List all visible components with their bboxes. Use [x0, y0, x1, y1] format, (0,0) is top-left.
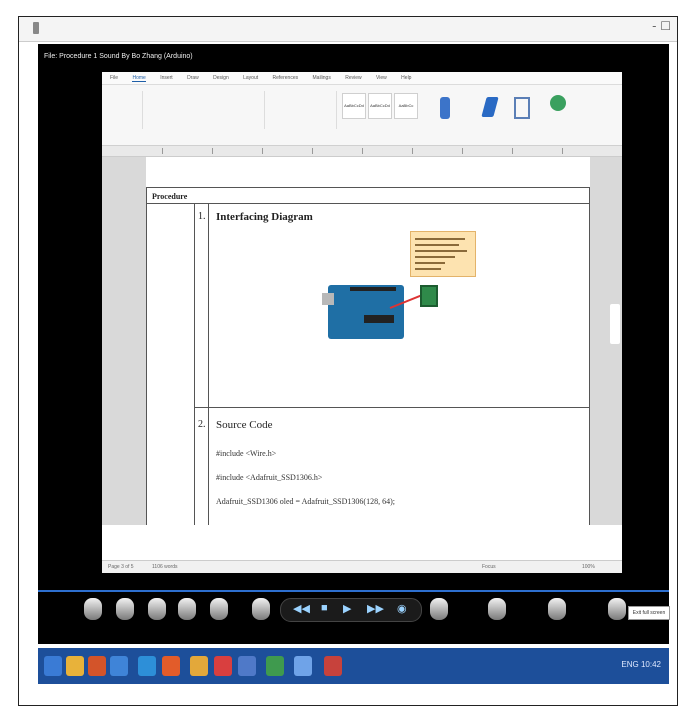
video-title: File: Procedure 1 Sound By Bo Zhang (Ard… [44, 53, 193, 60]
system-tray[interactable]: ENG 10:42 [621, 660, 661, 669]
tab-mailings[interactable]: Mailings [313, 75, 331, 81]
paragraph-group[interactable] [266, 91, 337, 129]
add-ins-icon[interactable] [514, 97, 530, 119]
thumbnail[interactable] [488, 598, 506, 620]
status-bar: Page 3 of 5 1106 words Focus 100% [102, 560, 622, 573]
editor-icon[interactable] [481, 97, 499, 117]
thumbnail[interactable] [84, 598, 102, 620]
table-line [589, 187, 590, 525]
video-area[interactable]: File: Procedure 1 Sound By Bo Zhang (Ard… [38, 44, 670, 644]
style-no-spacing[interactable]: AaBbCcDd [368, 93, 392, 119]
app-icon-blue[interactable] [238, 656, 256, 676]
interfacing-diagram[interactable] [316, 229, 480, 355]
ribbon: AaBbCcDd AaBbCcDd AaBbCc [102, 85, 622, 146]
word-count[interactable]: 1106 words [152, 564, 177, 570]
thumbnail[interactable] [608, 598, 626, 620]
thumbnail[interactable] [148, 598, 166, 620]
step1-title: Interfacing Diagram [216, 211, 313, 223]
step2-number: 2. [198, 419, 206, 430]
media-icon[interactable] [162, 656, 180, 676]
chrome-icon[interactable] [190, 656, 208, 676]
tab-home[interactable]: Home [132, 75, 146, 82]
code-line: Adafruit_SSD1306 oled = Adafruit_SSD1306… [216, 497, 395, 506]
ribbon-tabs: File Home Insert Draw Design Layout Refe… [102, 72, 622, 85]
microcontroller-chip [364, 315, 394, 323]
scrollbar[interactable] [610, 304, 620, 344]
start-icon[interactable] [44, 656, 62, 676]
document-page[interactable]: Procedure 1. Interfacing Diagram 2. Sour… [146, 157, 590, 525]
player-controls: ◀◀ ■ ▶ ▶▶ ◉ Exit full screen [38, 584, 670, 644]
table-line [146, 203, 590, 204]
designer-icon[interactable] [550, 95, 566, 111]
tab-draw[interactable]: Draw [187, 75, 199, 81]
stop-icon[interactable]: ■ [321, 602, 328, 614]
font-group[interactable] [144, 91, 265, 129]
find-icon[interactable] [440, 97, 450, 119]
edge-icon[interactable] [138, 656, 156, 676]
thumbnail[interactable] [116, 598, 134, 620]
thumbnail[interactable] [252, 598, 270, 620]
app-icon-red[interactable] [214, 656, 232, 676]
usb-port [322, 293, 334, 305]
file-explorer-icon[interactable] [66, 656, 84, 676]
tooltip: Exit full screen [628, 606, 670, 620]
page-count[interactable]: Page 3 of 5 [108, 564, 134, 570]
zoom-level[interactable]: 100% [582, 564, 595, 570]
clipboard-group[interactable] [102, 91, 143, 129]
window-controls[interactable]: - ☐ [652, 19, 671, 33]
tab-design[interactable]: Design [213, 75, 229, 81]
tab-layout[interactable]: Layout [243, 75, 258, 81]
thumbnail[interactable] [178, 598, 196, 620]
thumbnail[interactable] [548, 598, 566, 620]
app-icon-light[interactable] [294, 656, 312, 676]
rewind-icon[interactable]: ◀◀ [293, 602, 310, 615]
player-title-bar: - ☐ [19, 17, 677, 42]
tab-view[interactable]: View [376, 75, 387, 81]
code-line: #include <Adafruit_SSD1306.h> [216, 473, 323, 482]
volume-icon[interactable]: ◉ [397, 602, 407, 615]
taskbar: ENG 10:42 [38, 648, 669, 684]
tab-file[interactable]: File [110, 75, 118, 81]
step1-number: 1. [198, 211, 206, 222]
document-canvas: Procedure 1. Interfacing Diagram 2. Sour… [102, 157, 622, 525]
play-icon[interactable]: ▶ [343, 602, 351, 615]
app-icon-green[interactable] [266, 656, 284, 676]
forward-icon[interactable]: ▶▶ [367, 602, 384, 615]
code-line: #include <Wire.h> [216, 449, 277, 458]
tab-help[interactable]: Help [401, 75, 411, 81]
playback-pill: ◀◀ ■ ▶ ▶▶ ◉ [280, 598, 422, 622]
tab-references[interactable]: References [273, 75, 299, 81]
word-window: File Home Insert Draw Design Layout Refe… [102, 72, 622, 573]
thumbnail[interactable] [210, 598, 228, 620]
table-line [208, 203, 209, 525]
table-line [194, 407, 590, 408]
table-line [146, 187, 590, 188]
timeline-bar[interactable] [38, 590, 669, 592]
sound-sensor [420, 285, 438, 307]
arduino-board [322, 285, 404, 339]
table-line [194, 203, 195, 525]
ruler [102, 146, 622, 157]
tab-insert[interactable]: Insert [160, 75, 173, 81]
word-icon[interactable] [110, 656, 128, 676]
office-icon[interactable] [88, 656, 106, 676]
focus-mode[interactable]: Focus [482, 564, 496, 570]
procedure-label: Procedure [152, 192, 188, 201]
table-line [146, 187, 147, 525]
diagram-note [410, 231, 476, 277]
pin-header [350, 287, 396, 291]
thumbnail[interactable] [430, 598, 448, 620]
app-icon [33, 22, 39, 34]
style-heading[interactable]: AaBbCc [394, 93, 418, 119]
style-normal[interactable]: AaBbCcDd [342, 93, 366, 119]
app-icon-dark-red[interactable] [324, 656, 342, 676]
step2-title: Source Code [216, 419, 273, 431]
tab-review[interactable]: Review [345, 75, 361, 81]
